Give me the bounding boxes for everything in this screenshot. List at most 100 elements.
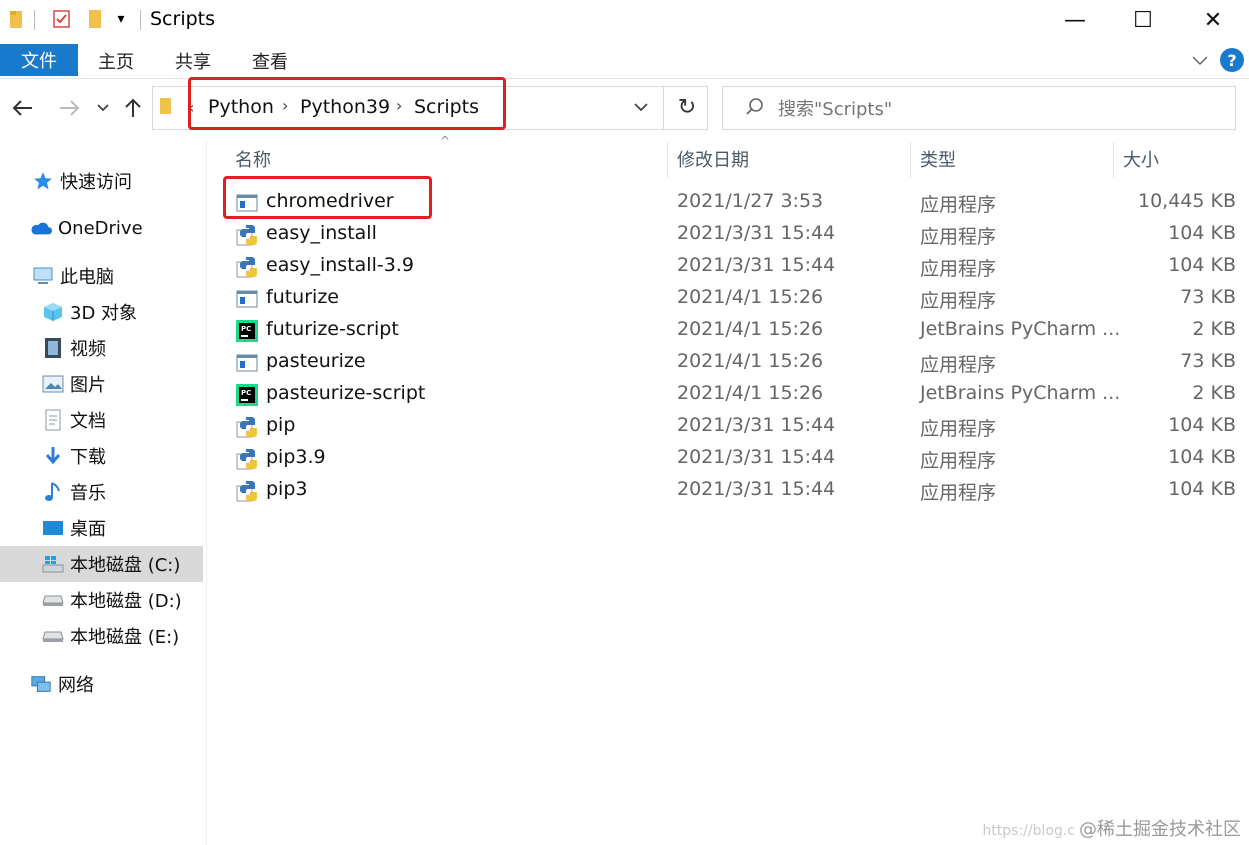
sidebar-item-label: 本地磁盘 (D:) — [70, 591, 182, 612]
tab-share[interactable]: 共享 — [175, 48, 211, 74]
sidebar-item-label: 桌面 — [70, 519, 106, 540]
forward-arrow-icon — [60, 100, 80, 116]
file-type: JetBrains PyCharm ... — [920, 318, 1121, 340]
minimize-button[interactable]: — — [1040, 0, 1110, 40]
python-exe-icon — [236, 480, 258, 502]
document-icon — [42, 409, 64, 431]
window-title: Scripts — [150, 8, 216, 30]
file-row[interactable]: pip3.9 2021/3/31 15:44 应用程序 104 KB — [224, 443, 1244, 475]
address-dropdown-button[interactable] — [632, 98, 652, 118]
expand-ribbon-icon[interactable] — [1190, 50, 1210, 70]
file-size: 2 KB — [1192, 318, 1236, 340]
cube-icon — [42, 301, 64, 323]
sidebar-item-drive-e[interactable]: 本地磁盘 (E:) — [0, 618, 203, 654]
up-button[interactable] — [118, 92, 148, 124]
tab-file[interactable]: 文件 — [0, 44, 78, 76]
sidebar-item-label: 下载 — [70, 447, 106, 468]
star-icon — [32, 170, 54, 192]
file-date: 2021/3/31 15:44 — [677, 254, 836, 276]
svg-text:PC: PC — [241, 389, 251, 397]
chevron-down-icon — [97, 104, 109, 112]
pycharm-icon: PC — [236, 320, 258, 342]
file-size: 73 KB — [1180, 286, 1236, 308]
svg-text:PC: PC — [241, 325, 251, 333]
minimize-icon: — — [1064, 7, 1086, 33]
back-button[interactable] — [8, 92, 38, 124]
drive-icon — [42, 625, 64, 647]
file-size: 2 KB — [1192, 382, 1236, 404]
sidebar-item-this-pc[interactable]: 此电脑 — [0, 258, 203, 294]
sidebar-item-label: 本地磁盘 (C:) — [70, 555, 181, 576]
file-row[interactable]: easy_install-3.9 2021/3/31 15:44 应用程序 10… — [224, 251, 1244, 283]
divider — [140, 10, 141, 30]
file-date: 2021/4/1 15:26 — [677, 350, 824, 372]
drive-icon — [42, 589, 64, 611]
column-divider[interactable] — [910, 142, 911, 178]
file-type: 应用程序 — [920, 290, 997, 312]
sidebar-item-label: 视频 — [70, 339, 106, 360]
file-row[interactable]: pip3 2021/3/31 15:44 应用程序 104 KB — [224, 475, 1244, 507]
sidebar-item-label: 此电脑 — [60, 267, 114, 288]
help-button[interactable]: ? — [1220, 48, 1244, 72]
sidebar-item-pictures[interactable]: 图片 — [0, 366, 203, 402]
sidebar-item-videos[interactable]: 视频 — [0, 330, 203, 366]
file-name: pasteurize-script — [266, 382, 426, 404]
file-date: 2021/4/1 15:26 — [677, 382, 824, 404]
column-header-date[interactable]: 修改日期 — [677, 146, 749, 172]
sidebar-item-drive-c[interactable]: 本地磁盘 (C:) — [0, 546, 203, 582]
file-row[interactable]: easy_install 2021/3/31 15:44 应用程序 104 KB — [224, 219, 1244, 251]
tab-home[interactable]: 主页 — [98, 48, 134, 74]
python-exe-icon — [236, 224, 258, 246]
column-header-size[interactable]: 大小 — [1123, 146, 1159, 172]
sidebar-item-3d-objects[interactable]: 3D 对象 — [0, 294, 203, 330]
chevron-down-icon — [634, 103, 648, 112]
python-exe-icon — [236, 416, 258, 438]
file-row[interactable]: pip 2021/3/31 15:44 应用程序 104 KB — [224, 411, 1244, 443]
file-type: 应用程序 — [920, 450, 997, 472]
column-header-name[interactable]: 名称 — [235, 146, 271, 172]
file-row[interactable]: PC futurize-script 2021/4/1 15:26 JetBra… — [224, 315, 1244, 347]
sidebar-item-label: 网络 — [58, 675, 94, 696]
file-name: easy_install-3.9 — [266, 254, 414, 276]
forward-button[interactable] — [54, 92, 84, 124]
sidebar-item-label: 快速访问 — [60, 172, 132, 193]
file-row[interactable]: futurize 2021/4/1 15:26 应用程序 73 KB — [224, 283, 1244, 315]
sidebar-item-quick-access[interactable]: 快速访问 — [0, 163, 203, 199]
sidebar-item-music[interactable]: 音乐 — [0, 474, 203, 510]
recent-locations-button[interactable] — [88, 92, 118, 124]
column-header-type[interactable]: 类型 — [920, 146, 956, 172]
sidebar-item-drive-d[interactable]: 本地磁盘 (D:) — [0, 582, 203, 618]
column-divider[interactable] — [1113, 142, 1114, 178]
file-size: 10,445 KB — [1137, 190, 1236, 212]
sidebar-item-documents[interactable]: 文档 — [0, 402, 203, 438]
desktop-icon — [42, 517, 64, 539]
file-row[interactable]: PC pasteurize-script 2021/4/1 15:26 JetB… — [224, 379, 1244, 411]
file-date: 2021/1/27 3:53 — [677, 190, 824, 212]
file-date: 2021/4/1 15:26 — [677, 286, 824, 308]
maximize-button[interactable]: ☐ — [1108, 0, 1178, 40]
file-size: 73 KB — [1180, 350, 1236, 372]
divider — [663, 87, 664, 129]
new-folder-icon[interactable] — [84, 8, 106, 30]
tab-view[interactable]: 查看 — [252, 48, 288, 74]
sidebar-item-network[interactable]: 网络 — [0, 666, 203, 702]
sidebar-item-downloads[interactable]: 下载 — [0, 438, 203, 474]
python-exe-icon — [236, 256, 258, 278]
download-icon — [42, 445, 64, 467]
file-type: JetBrains PyCharm ... — [920, 382, 1121, 404]
help-icon: ? — [1227, 50, 1237, 70]
close-button[interactable]: ✕ — [1178, 0, 1248, 40]
properties-icon[interactable] — [50, 8, 74, 30]
search-input[interactable] — [776, 92, 1220, 126]
column-divider[interactable] — [667, 142, 668, 178]
sidebar-item-onedrive[interactable]: OneDrive — [0, 210, 203, 246]
file-name: pip3 — [266, 478, 308, 500]
file-row[interactable]: pasteurize 2021/4/1 15:26 应用程序 73 KB — [224, 347, 1244, 379]
sidebar-item-desktop[interactable]: 桌面 — [0, 510, 203, 546]
file-name: futurize-script — [266, 318, 399, 340]
file-date: 2021/3/31 15:44 — [677, 478, 836, 500]
customize-toolbar-icon[interactable]: ▾ — [112, 8, 130, 30]
file-name: pasteurize — [266, 350, 366, 372]
file-type: 应用程序 — [920, 258, 997, 280]
refresh-button[interactable]: ↻ — [674, 94, 700, 120]
